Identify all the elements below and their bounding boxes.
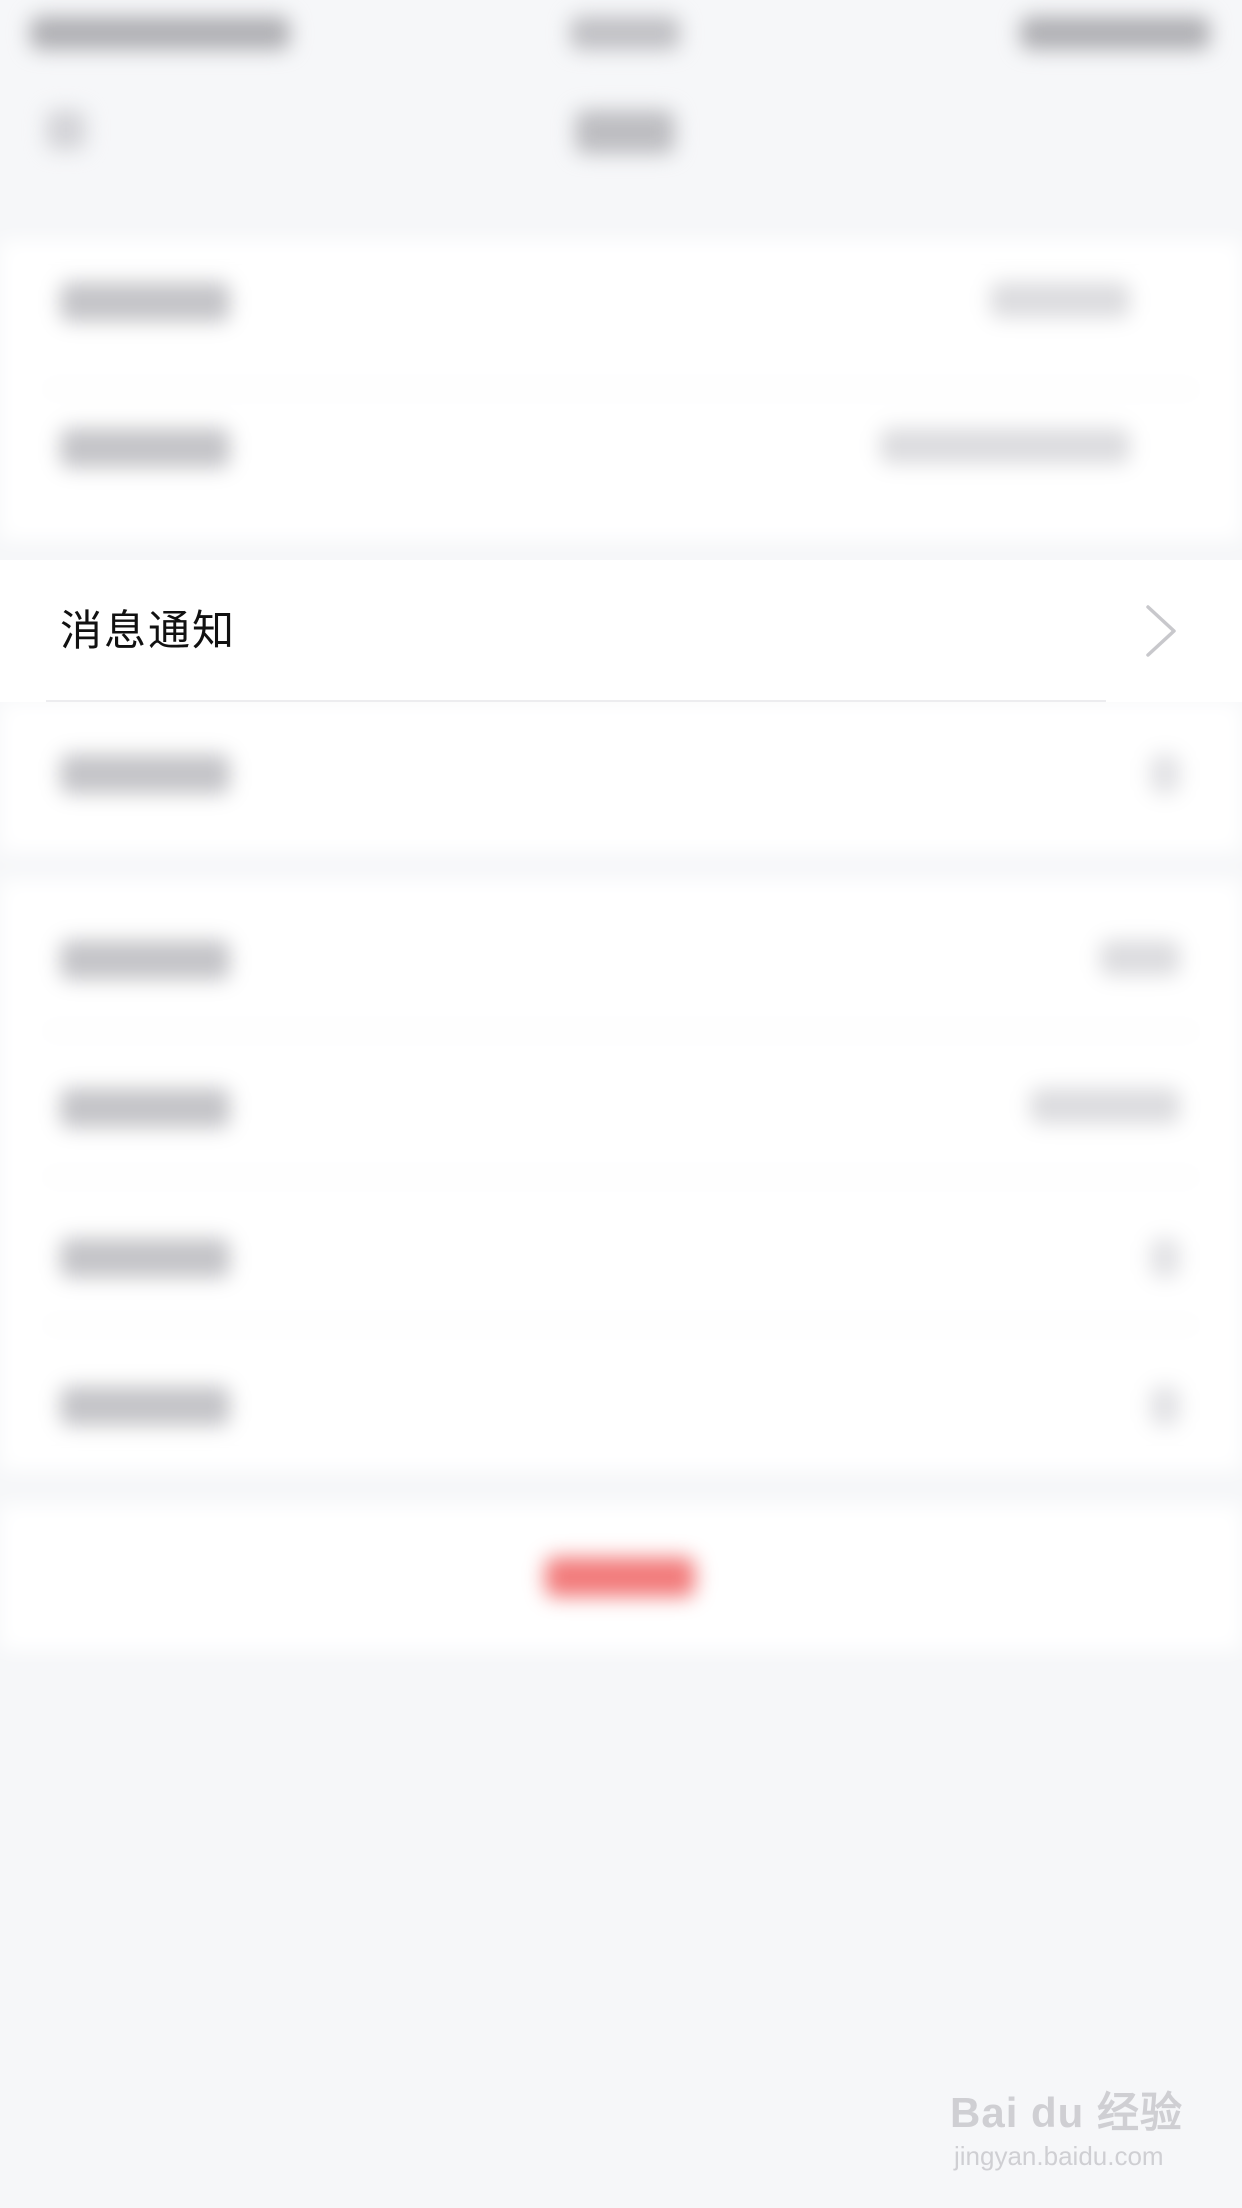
logout-group — [0, 1505, 1242, 1650]
settings-screen: 消息通知 Bai du 经验 jingyan.baidu.com — [0, 0, 1242, 2208]
row-6-value-blur — [1030, 1088, 1180, 1124]
divider — [46, 388, 1196, 390]
divider — [46, 1324, 1196, 1326]
row-6-label-blur[interactable] — [60, 1088, 230, 1128]
row-7-chevron-blur — [1150, 1238, 1180, 1278]
back-button-blur[interactable] — [46, 110, 86, 150]
row-2-label-blur[interactable] — [60, 428, 230, 468]
watermark-url: jingyan.baidu.com — [954, 2141, 1164, 2171]
chevron-right-icon — [1146, 605, 1176, 657]
logout-button-blur[interactable] — [545, 1557, 695, 1597]
divider — [46, 1030, 1196, 1032]
nav-title-blur — [575, 110, 675, 154]
settings-group-3 — [0, 880, 1242, 1470]
row-8-label-blur[interactable] — [60, 1386, 230, 1426]
row-5-value-blur — [1100, 940, 1180, 976]
settings-group-2 — [0, 702, 1242, 852]
settings-group-1 — [0, 240, 1242, 540]
baidu-jingyan-watermark: Bai du 经验 jingyan.baidu.com — [950, 2075, 1190, 2185]
divider — [46, 1176, 1196, 1178]
blurred-background — [0, 0, 1242, 2208]
divider — [46, 700, 1106, 702]
row-7-label-blur[interactable] — [60, 1238, 230, 1278]
row-4-chevron-blur — [1150, 754, 1180, 794]
message-notification-row[interactable]: 消息通知 — [0, 560, 1242, 702]
watermark-brand: Bai du 经验 — [950, 2089, 1184, 2136]
status-bar-right-blur — [1020, 16, 1210, 50]
row-4-label-blur[interactable] — [60, 754, 230, 794]
row-5-label-blur[interactable] — [60, 940, 230, 980]
row-2-value-blur — [880, 428, 1130, 464]
status-bar-center-blur — [570, 16, 680, 50]
row-1-value-blur — [990, 282, 1130, 318]
status-bar-left-blur — [30, 16, 290, 50]
row-1-label-blur[interactable] — [60, 282, 230, 322]
message-notification-label: 消息通知 — [60, 606, 237, 655]
row-8-chevron-blur — [1150, 1386, 1180, 1426]
